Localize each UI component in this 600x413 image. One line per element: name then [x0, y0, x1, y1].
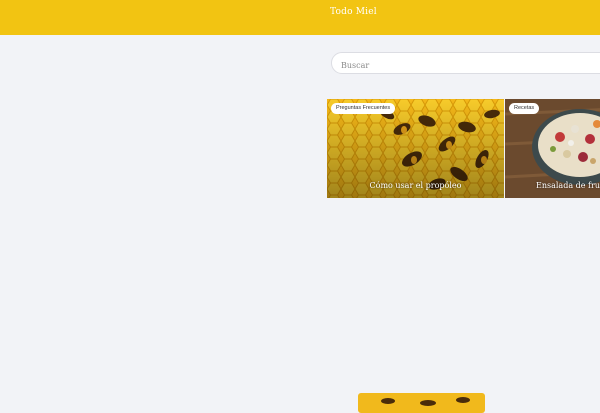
post-card-partial[interactable] [358, 393, 485, 413]
search-box[interactable] [331, 52, 600, 74]
site-title[interactable]: Todo Miel [330, 7, 377, 17]
category-badge[interactable]: Recetas [509, 103, 540, 114]
post-title[interactable]: Cómo usar el propóleo [327, 181, 504, 190]
post-card[interactable]: Recetas Ensalada de frutos [505, 99, 600, 198]
search-input[interactable] [332, 55, 600, 73]
post-title[interactable]: Ensalada de frutos [536, 181, 600, 190]
post-card[interactable]: Preguntas Frecuentes Cómo usar el propól… [327, 99, 504, 198]
honeycomb-image [358, 393, 485, 413]
category-badge[interactable]: Preguntas Frecuentes [331, 103, 396, 114]
site-header: Todo Miel [0, 0, 600, 35]
